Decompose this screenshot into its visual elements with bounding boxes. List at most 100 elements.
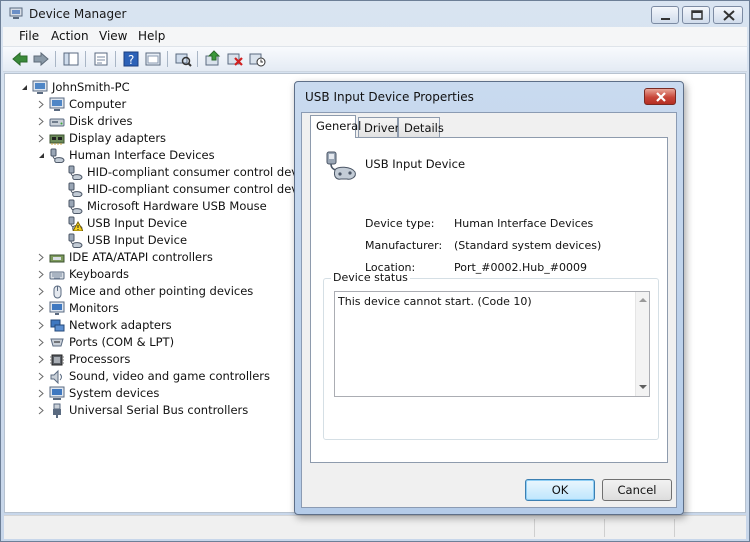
dialog-title: USB Input Device Properties <box>305 90 474 104</box>
tree-item-label: Sound, video and game controllers <box>69 369 271 383</box>
console-icon[interactable] <box>144 50 162 68</box>
manufacturer-label: Manufacturer: <box>365 239 443 252</box>
tree-category-item[interactable]: Mice and other pointing devices <box>35 283 315 300</box>
tab-general[interactable]: General <box>310 115 361 138</box>
tree-item-label: HID-compliant consumer control device <box>87 182 315 196</box>
tree-item-label: USB Input Device <box>87 233 188 247</box>
scan-hardware-icon[interactable] <box>174 50 192 68</box>
device-status-textbox[interactable]: This device cannot start. (Code 10) <box>334 291 650 397</box>
tree-category-item[interactable]: Network adapters <box>35 317 315 334</box>
tree-category-item[interactable]: Disk drives <box>35 113 315 130</box>
tree-root-label: JohnSmith-PC <box>52 80 130 94</box>
collapsed-arrow-icon[interactable] <box>37 372 46 381</box>
tab-details[interactable]: Details <box>398 117 444 137</box>
tree-category-item[interactable]: Monitors <box>35 300 315 317</box>
menu-view[interactable]: View <box>97 29 129 43</box>
tree-category-item[interactable]: System devices <box>35 385 315 402</box>
keyboard-icon <box>49 271 65 280</box>
monitor-icon <box>49 301 65 315</box>
forward-icon[interactable] <box>32 50 50 68</box>
collapsed-arrow-icon[interactable] <box>37 338 46 347</box>
close-icon <box>656 92 666 102</box>
toolbar-separator <box>115 51 116 67</box>
tree-item-label: System devices <box>69 386 160 400</box>
maximize-icon <box>691 10 703 20</box>
tree-item-label: Computer <box>69 97 127 111</box>
usb-input-device-icon <box>326 151 356 180</box>
hid-warning-icon <box>68 216 83 231</box>
dialog-close-button[interactable] <box>644 88 676 105</box>
collapsed-arrow-icon[interactable] <box>37 270 46 279</box>
tree-root[interactable]: JohnSmith-PC <box>17 79 177 96</box>
scroll-down-icon[interactable] <box>639 384 647 390</box>
close-button[interactable] <box>713 6 743 24</box>
status-scrollbar[interactable] <box>635 292 649 396</box>
help-icon[interactable]: ? <box>122 50 140 68</box>
tree-category-item[interactable]: Universal Serial Bus controllers <box>35 402 315 419</box>
console-tree-icon[interactable] <box>62 50 80 68</box>
computer-icon <box>32 80 48 94</box>
device-type-label: Device type: <box>365 217 435 230</box>
properties-dialog: USB Input Device Properties General Driv… <box>294 81 684 515</box>
tree-category-item[interactable]: Keyboards <box>35 266 315 283</box>
collapsed-arrow-icon[interactable] <box>37 287 46 296</box>
tree-item-label: Disk drives <box>69 114 133 128</box>
tree-item-label: Network adapters <box>69 318 172 332</box>
ide-controller-icon <box>49 254 65 263</box>
update-driver-icon[interactable] <box>204 50 222 68</box>
collapsed-arrow-icon[interactable] <box>37 406 46 415</box>
collapsed-arrow-icon[interactable] <box>37 304 46 313</box>
collapsed-arrow-icon[interactable] <box>37 134 46 143</box>
menu-file[interactable]: File <box>17 29 41 43</box>
device-type-value: Human Interface Devices <box>454 217 594 230</box>
properties-icon[interactable] <box>92 50 110 68</box>
tree-item-label: Human Interface Devices <box>69 148 215 162</box>
tree-category-item[interactable]: Processors <box>35 351 315 368</box>
window-title: Device Manager <box>29 7 127 21</box>
collapsed-arrow-icon[interactable] <box>37 389 46 398</box>
tree-category-item[interactable]: IDE ATA/ATAPI controllers <box>35 249 315 266</box>
tree-category-item[interactable]: Sound, video and game controllers <box>35 368 315 385</box>
tree-item-label: Keyboards <box>69 267 130 281</box>
collapsed-arrow-icon[interactable] <box>37 355 46 364</box>
expanded-arrow-icon[interactable] <box>37 151 46 160</box>
menu-action[interactable]: Action <box>49 29 91 43</box>
collapsed-arrow-icon[interactable] <box>37 321 46 330</box>
back-icon[interactable] <box>11 50 29 68</box>
display-adapter-icon <box>49 134 65 145</box>
tree-category-item[interactable]: Display adapters <box>35 130 315 147</box>
tree-category-item[interactable]: Computer <box>35 96 315 113</box>
collapsed-arrow-icon[interactable] <box>37 253 46 262</box>
scroll-up-icon[interactable] <box>639 297 647 303</box>
processor-icon <box>50 354 64 366</box>
title-bar[interactable]: Device Manager <box>1 1 749 27</box>
toolbar-separator <box>197 51 198 67</box>
minimize-button[interactable] <box>651 6 679 24</box>
collapsed-arrow-icon[interactable] <box>37 117 46 126</box>
usb-icon <box>53 403 61 418</box>
tree-item-label: HID-compliant consumer control device <box>87 165 315 179</box>
disable-device-icon[interactable] <box>226 50 244 68</box>
menu-help[interactable]: Help <box>136 29 167 43</box>
tab-driver[interactable]: Driver <box>358 117 399 137</box>
toolbar: ? <box>3 47 747 72</box>
general-tab-panel: USB Input Device Device type: Human Inte… <box>310 137 668 463</box>
tree-item-label: Ports (COM & LPT) <box>69 335 175 349</box>
tree-item-label: IDE ATA/ATAPI controllers <box>69 250 213 264</box>
uninstall-device-icon[interactable] <box>248 50 266 68</box>
ok-button[interactable]: OK <box>525 479 595 501</box>
cancel-button[interactable]: Cancel <box>602 479 672 501</box>
svg-text:?: ? <box>128 53 134 67</box>
tree-category-item[interactable]: Human Interface Devices <box>35 147 315 164</box>
collapsed-arrow-icon[interactable] <box>37 100 46 109</box>
manufacturer-value: (Standard system devices) <box>454 239 602 252</box>
tree-category-item[interactable]: Ports (COM & LPT) <box>35 334 315 351</box>
system-device-icon <box>49 386 65 400</box>
expanded-arrow-icon[interactable] <box>20 83 29 92</box>
network-adapter-icon <box>50 319 65 332</box>
maximize-button[interactable] <box>682 6 710 24</box>
computer-icon <box>49 97 65 111</box>
device-name: USB Input Device <box>365 157 466 171</box>
toolbar-separator <box>167 51 168 67</box>
tree-item-label: Microsoft Hardware USB Mouse <box>87 199 267 213</box>
